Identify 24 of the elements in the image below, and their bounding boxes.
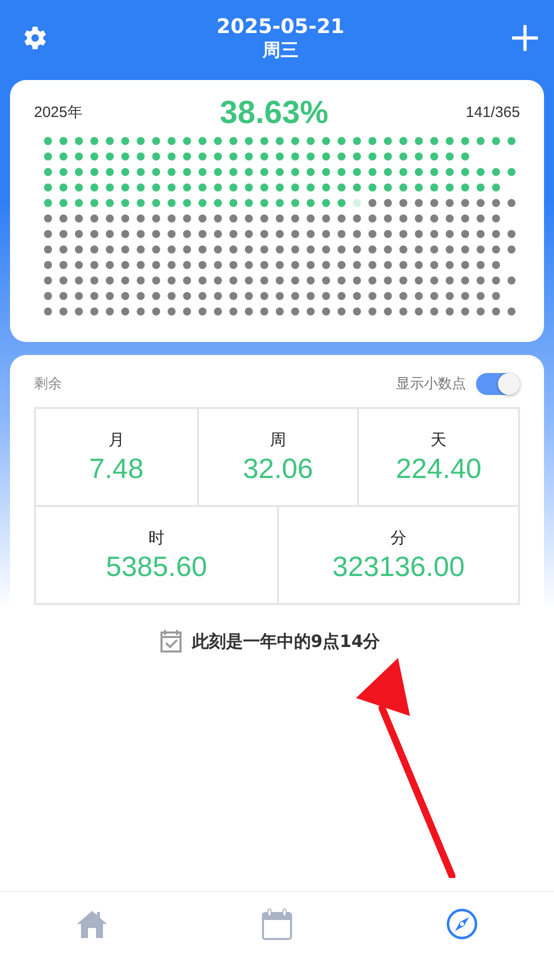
compass-icon — [446, 908, 478, 940]
stat-value: 323136.00 — [332, 550, 465, 582]
unit-label: 周 — [270, 430, 286, 450]
stat-value: 7.48 — [89, 452, 144, 484]
add-icon[interactable] — [512, 25, 538, 51]
home-icon — [76, 908, 108, 938]
weekday-label: 周三 — [262, 39, 298, 63]
date-title: 2025-05-21 — [216, 13, 344, 39]
unit-label: 月 — [108, 430, 124, 450]
unit-label: 时 — [148, 528, 164, 548]
moment-text: 此刻是一年中的9点14分 — [192, 630, 380, 652]
year-percent: 38.63% — [220, 94, 328, 130]
calendar-icon — [261, 908, 293, 940]
stat-value: 224.40 — [396, 452, 482, 484]
unit-label: 分 — [390, 528, 406, 548]
remaining-title: 剩余 — [34, 375, 62, 393]
stat-value: 32.06 — [242, 452, 314, 484]
unit-label: 天 — [430, 430, 447, 450]
year-label: 2025年 — [34, 102, 82, 122]
decimal-toggle-label: 显示小数点 — [396, 375, 466, 393]
decimal-toggle[interactable] — [476, 373, 520, 395]
calendar-check-icon — [160, 629, 182, 653]
day-count: 141/365 — [466, 104, 520, 120]
stat-value: 5385.60 — [106, 550, 208, 582]
